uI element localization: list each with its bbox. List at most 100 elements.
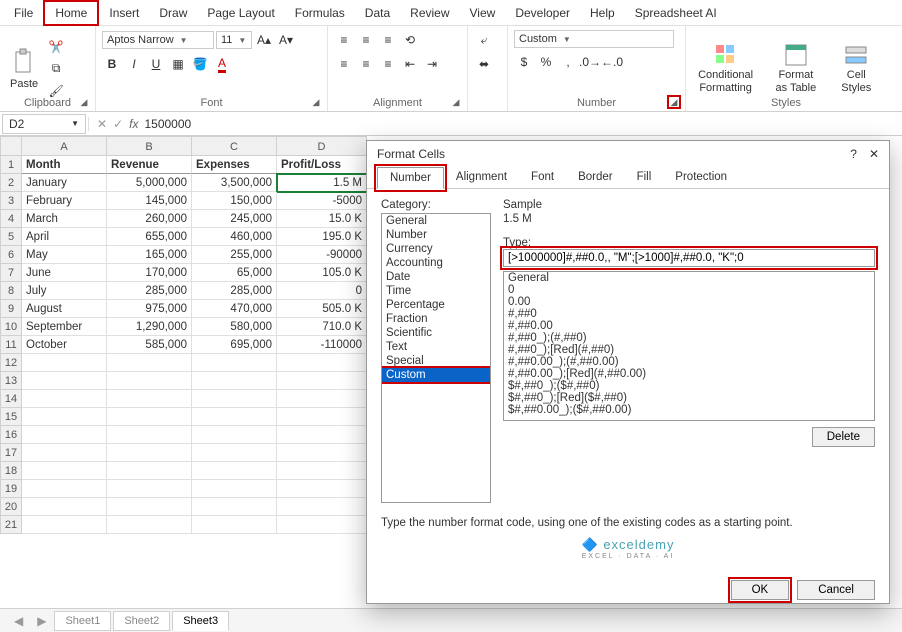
align-right-button[interactable]: ≡ (378, 54, 398, 74)
data-cell[interactable]: 195.0 K (277, 228, 367, 246)
row-header[interactable]: 2 (0, 174, 22, 192)
data-cell[interactable]: 285,000 (107, 282, 192, 300)
dialog-tab-fill[interactable]: Fill (625, 167, 664, 188)
data-cell[interactable]: 170,000 (107, 264, 192, 282)
data-cell[interactable]: 105.0 K (277, 264, 367, 282)
data-cell[interactable]: 0 (277, 282, 367, 300)
font-size-select[interactable]: 11▼ (216, 31, 252, 49)
menu-formulas[interactable]: Formulas (285, 2, 355, 24)
row-header[interactable]: 1 (0, 156, 22, 174)
align-middle-button[interactable]: ≡ (356, 30, 376, 50)
data-cell[interactable]: 5,000,000 (107, 174, 192, 192)
row-header[interactable]: 4 (0, 210, 22, 228)
format-item[interactable]: #,##0.00_);(#,##0.00) (504, 356, 874, 368)
empty-cell[interactable] (107, 498, 192, 516)
align-bottom-button[interactable]: ≡ (378, 30, 398, 50)
empty-cell[interactable] (277, 408, 367, 426)
data-cell[interactable]: 65,000 (192, 264, 277, 282)
clipboard-launcher[interactable]: ◢ (77, 95, 91, 109)
row-header[interactable]: 10 (0, 318, 22, 336)
orientation-button[interactable]: ⟲ (400, 30, 420, 50)
data-cell[interactable]: 1,290,000 (107, 318, 192, 336)
data-cell[interactable]: 255,000 (192, 246, 277, 264)
column-header[interactable]: B (107, 136, 192, 156)
empty-cell[interactable] (22, 354, 107, 372)
cut-button[interactable]: ✂️ (46, 37, 66, 57)
alignment-launcher[interactable]: ◢ (449, 95, 463, 109)
data-cell[interactable]: October (22, 336, 107, 354)
menu-draw[interactable]: Draw (149, 2, 197, 24)
cell-styles-button[interactable]: Cell Styles (833, 41, 880, 95)
data-cell[interactable]: 145,000 (107, 192, 192, 210)
data-cell[interactable]: July (22, 282, 107, 300)
format-item[interactable]: #,##0.00_);[Red](#,##0.00) (504, 368, 874, 380)
column-header[interactable]: A (22, 136, 107, 156)
data-cell[interactable]: 460,000 (192, 228, 277, 246)
header-cell[interactable]: Profit/Loss (277, 156, 367, 174)
increase-decimal-button[interactable]: .0→ (580, 52, 600, 72)
empty-cell[interactable] (277, 444, 367, 462)
header-cell[interactable]: Revenue (107, 156, 192, 174)
row-header[interactable]: 13 (0, 372, 22, 390)
fill-color-button[interactable]: 🪣 (190, 54, 210, 74)
empty-cell[interactable] (22, 426, 107, 444)
menu-view[interactable]: View (460, 2, 506, 24)
sheet-nav[interactable]: ▶ (31, 614, 52, 628)
format-item[interactable]: $#,##0_);[Red]($#,##0) (504, 392, 874, 404)
number-launcher[interactable]: ◢ (667, 95, 681, 109)
category-item[interactable]: Time (382, 284, 490, 298)
currency-button[interactable]: $ (514, 52, 534, 72)
format-item[interactable]: $#,##0.00_);($#,##0.00) (504, 404, 874, 416)
row-header[interactable]: 8 (0, 282, 22, 300)
type-input[interactable] (503, 249, 875, 267)
dialog-tab-border[interactable]: Border (566, 167, 625, 188)
empty-cell[interactable] (107, 480, 192, 498)
header-cell[interactable]: Month (22, 156, 107, 174)
empty-cell[interactable] (192, 354, 277, 372)
data-cell[interactable]: 3,500,000 (192, 174, 277, 192)
empty-cell[interactable] (107, 390, 192, 408)
menu-review[interactable]: Review (400, 2, 459, 24)
menu-help[interactable]: Help (580, 2, 625, 24)
row-header[interactable]: 21 (0, 516, 22, 534)
empty-cell[interactable] (22, 480, 107, 498)
row-header[interactable]: 6 (0, 246, 22, 264)
delete-button[interactable]: Delete (812, 427, 875, 447)
border-button[interactable]: ▦ (168, 54, 188, 74)
formula-input[interactable]: 1500000 (144, 117, 191, 131)
data-cell[interactable]: 505.0 K (277, 300, 367, 318)
data-cell[interactable]: March (22, 210, 107, 228)
cancel-button[interactable]: Cancel (797, 580, 875, 600)
data-cell[interactable]: 580,000 (192, 318, 277, 336)
data-cell[interactable]: 695,000 (192, 336, 277, 354)
data-cell[interactable]: 1.5 M (277, 174, 367, 192)
empty-cell[interactable] (192, 390, 277, 408)
menu-data[interactable]: Data (355, 2, 400, 24)
data-cell[interactable]: 260,000 (107, 210, 192, 228)
row-header[interactable]: 17 (0, 444, 22, 462)
empty-cell[interactable] (22, 516, 107, 534)
data-cell[interactable]: 150,000 (192, 192, 277, 210)
row-header[interactable]: 18 (0, 462, 22, 480)
empty-cell[interactable] (277, 462, 367, 480)
empty-cell[interactable] (107, 462, 192, 480)
empty-cell[interactable] (192, 444, 277, 462)
format-item[interactable]: #,##0 (504, 308, 874, 320)
paste-button[interactable]: Paste (6, 46, 42, 92)
data-cell[interactable]: 470,000 (192, 300, 277, 318)
data-cell[interactable]: April (22, 228, 107, 246)
conditional-formatting-button[interactable]: Conditional Formatting (692, 41, 759, 95)
data-cell[interactable]: 15.0 K (277, 210, 367, 228)
empty-cell[interactable] (192, 498, 277, 516)
menu-developer[interactable]: Developer (505, 2, 580, 24)
format-list[interactable]: General00.00#,##0#,##0.00#,##0_);(#,##0)… (503, 271, 875, 421)
align-center-button[interactable]: ≡ (356, 54, 376, 74)
empty-cell[interactable] (277, 354, 367, 372)
category-item[interactable]: Custom (382, 368, 490, 382)
row-header[interactable]: 5 (0, 228, 22, 246)
category-item[interactable]: Date (382, 270, 490, 284)
format-item[interactable]: General (504, 272, 874, 284)
category-item[interactable]: Special (382, 354, 490, 368)
align-top-button[interactable]: ≡ (334, 30, 354, 50)
sheet-tab[interactable]: Sheet2 (113, 611, 170, 631)
